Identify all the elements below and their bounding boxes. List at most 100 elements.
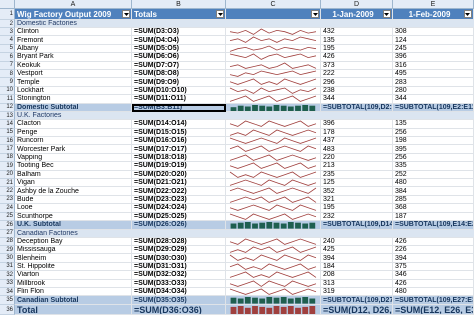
formula-cell[interactable]: =SUM(D24:O24): [132, 204, 226, 213]
formula-cell[interactable]: =SUM(D31:O31): [132, 262, 226, 272]
label-cell[interactable]: Fremont: [15, 36, 132, 45]
column-header-c[interactable]: C: [226, 0, 321, 9]
column-header-d[interactable]: D: [321, 0, 393, 9]
row-number[interactable]: 24: [0, 204, 15, 213]
formula-cell[interactable]: =SUM(D17:O17): [132, 145, 226, 154]
header-totals-cell[interactable]: Totals: [132, 9, 226, 20]
formula-cell[interactable]: =SUM(D34:O34): [132, 288, 226, 297]
label-cell[interactable]: Domestic Factories: [15, 20, 474, 28]
sparkline-cell[interactable]: [226, 36, 321, 45]
sparkline-cell[interactable]: [226, 137, 321, 146]
row-number[interactable]: 34: [0, 288, 15, 297]
formula-cell[interactable]: =SUM(D14:O14): [132, 120, 226, 129]
value-cell-feb[interactable]: 124: [393, 36, 474, 45]
row-number[interactable]: 11: [0, 95, 15, 104]
row-number[interactable]: 17: [0, 145, 15, 154]
header-title-cell[interactable]: Wig Factory Output 2009: [15, 9, 132, 20]
formula-cell[interactable]: =SUM(D33:O33): [132, 279, 226, 288]
formula-cell[interactable]: =SUM(B3:B11): [132, 103, 226, 113]
sparkline-cell[interactable]: [226, 237, 321, 246]
row-number[interactable]: 15: [0, 128, 15, 137]
label-cell[interactable]: Millbrook: [15, 279, 132, 288]
value-cell-feb[interactable]: 256: [393, 128, 474, 137]
value-cell-jan[interactable]: 178: [321, 128, 393, 137]
value-cell-feb[interactable]: 480: [393, 288, 474, 297]
value-cell-jan[interactable]: 373: [321, 61, 393, 70]
formula-cell[interactable]: =SUM(D6:O6): [132, 53, 226, 62]
value-cell-feb[interactable]: 285: [393, 195, 474, 205]
row-number[interactable]: 20: [0, 170, 15, 179]
formula-cell[interactable]: =SUM(D4:O4): [132, 36, 226, 45]
label-cell[interactable]: Lockhart: [15, 86, 132, 96]
sparkline-cell[interactable]: [226, 28, 321, 37]
formula-cell[interactable]: =SUM(D11:O11): [132, 95, 226, 104]
formula-cell[interactable]: =SUM(D28:O28): [132, 237, 226, 246]
label-cell[interactable]: Scunthorpe: [15, 212, 132, 221]
row-number[interactable]: 16: [0, 137, 15, 146]
row-number[interactable]: 10: [0, 86, 15, 96]
value-cell-feb[interactable]: 384: [393, 187, 474, 196]
formula-cell[interactable]: =SUM(D8:O8): [132, 70, 226, 79]
row-number[interactable]: 23: [0, 195, 15, 205]
formula-cell[interactable]: =SUM(D22:O22): [132, 187, 226, 196]
formula-cell[interactable]: =SUM(D15:O15): [132, 128, 226, 137]
row-number[interactable]: 14: [0, 120, 15, 129]
label-cell[interactable]: Penge: [15, 128, 132, 137]
row-number[interactable]: 1: [0, 9, 15, 20]
value-cell-feb[interactable]: 396: [393, 53, 474, 62]
label-cell[interactable]: Mississauga: [15, 246, 132, 255]
formula-cell[interactable]: =SUM(D3:O3): [132, 28, 226, 37]
label-cell[interactable]: Bryant Park: [15, 53, 132, 62]
value-cell-feb[interactable]: 135: [393, 120, 474, 129]
value-cell-jan[interactable]: 394: [321, 254, 393, 263]
sparkline-cell[interactable]: [226, 145, 321, 154]
value-cell-feb[interactable]: 426: [393, 279, 474, 288]
value-cell-feb[interactable]: 308: [393, 28, 474, 37]
value-cell-jan[interactable]: 313: [321, 279, 393, 288]
column-header-b[interactable]: B: [132, 0, 226, 9]
filter-dropdown-icon[interactable]: [382, 10, 391, 18]
value-cell-jan[interactable]: 232: [321, 212, 393, 221]
row-number[interactable]: 30: [0, 254, 15, 263]
formula-cell[interactable]: =SUM(D7:O7): [132, 61, 226, 70]
row-number[interactable]: 33: [0, 279, 15, 288]
sparkline-cell[interactable]: [226, 262, 321, 272]
label-cell[interactable]: Total: [15, 305, 132, 315]
sparkline-cell[interactable]: [226, 279, 321, 288]
formula-cell[interactable]: =SUM(D36:O36): [132, 305, 226, 315]
formula-cell[interactable]: =SUM(D29:O29): [132, 246, 226, 255]
formula-cell[interactable]: =SUM(D19:O19): [132, 162, 226, 171]
sparkline-cell[interactable]: [226, 70, 321, 79]
sparkline-cell[interactable]: [226, 179, 321, 188]
label-cell[interactable]: U.K. Factories: [15, 112, 474, 121]
sparkline-cell[interactable]: [226, 246, 321, 255]
value-cell-feb[interactable]: 187: [393, 212, 474, 221]
value-cell-jan[interactable]: 220: [321, 153, 393, 163]
label-cell[interactable]: Vigan: [15, 179, 132, 188]
sparkline-cell[interactable]: [226, 271, 321, 280]
filter-dropdown-icon[interactable]: [463, 10, 472, 18]
value-cell-feb[interactable]: 394: [393, 254, 474, 263]
value-cell-feb[interactable]: 335: [393, 162, 474, 171]
value-cell-feb[interactable]: =SUBTOTAL(109,E2:E11): [393, 103, 474, 113]
sparkline-cell[interactable]: [226, 221, 321, 230]
sparkline-cell[interactable]: [226, 61, 321, 70]
formula-cell[interactable]: =SUM(D21:O21): [132, 179, 226, 188]
sparkline-cell[interactable]: [226, 86, 321, 96]
value-cell-jan[interactable]: 235: [321, 170, 393, 179]
value-cell-feb[interactable]: 245: [393, 44, 474, 54]
value-cell-jan[interactable]: 222: [321, 70, 393, 79]
label-cell[interactable]: Clinton: [15, 28, 132, 37]
value-cell-jan[interactable]: 396: [321, 120, 393, 129]
label-cell[interactable]: Runcorn: [15, 137, 132, 146]
value-cell-jan[interactable]: 321: [321, 195, 393, 205]
value-cell-jan[interactable]: =SUBTOTAL(109,D27:D: [321, 296, 393, 305]
label-cell[interactable]: Ashby de la Zouche: [15, 187, 132, 196]
sparkline-cell[interactable]: [226, 204, 321, 213]
sparkline-cell[interactable]: [226, 170, 321, 179]
label-cell[interactable]: Balham: [15, 170, 132, 179]
row-number[interactable]: 6: [0, 53, 15, 62]
row-number[interactable]: 5: [0, 44, 15, 54]
row-number[interactable]: 2: [0, 20, 15, 28]
value-cell-jan[interactable]: 432: [321, 28, 393, 37]
